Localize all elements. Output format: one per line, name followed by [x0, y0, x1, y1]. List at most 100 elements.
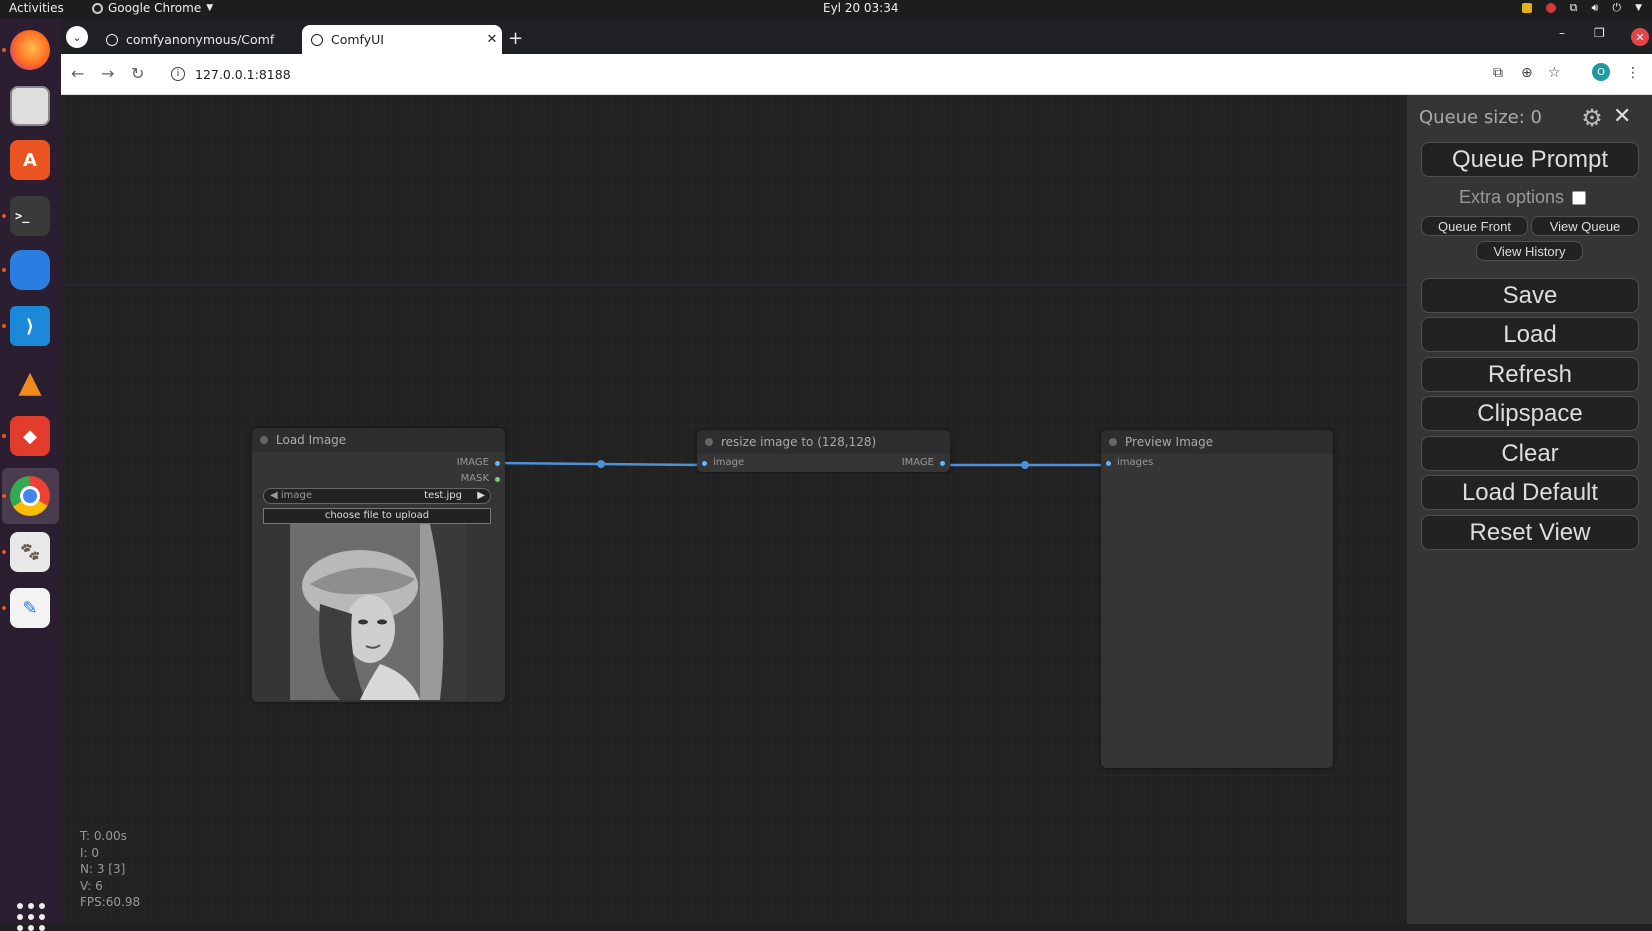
output-port-mask[interactable]: [495, 477, 500, 482]
image-combo-widget[interactable]: ◀ image test.jpg ▶: [263, 488, 491, 504]
network-icon[interactable]: ⧉: [1570, 1, 1578, 15]
window-close-icon[interactable]: ✕: [1631, 28, 1649, 46]
node-title: Load Image: [276, 433, 347, 447]
url-text[interactable]: 127.0.0.1:8188: [195, 67, 291, 82]
site-info-icon[interactable]: i: [171, 67, 185, 81]
view-queue-button[interactable]: View Queue: [1531, 216, 1639, 236]
anydesk-icon[interactable]: ◆: [2, 416, 50, 456]
activities-button[interactable]: Activities: [9, 1, 64, 15]
view-history-button[interactable]: View History: [1476, 241, 1583, 261]
close-tab-icon[interactable]: ✕: [482, 32, 502, 47]
vpn-shield-icon[interactable]: [2, 250, 50, 290]
comfy-side-menu: Queue size: 0 ⚙ ✕ Queue Prompt Extra opt…: [1407, 95, 1652, 924]
extra-options-label: Extra options: [1459, 187, 1565, 207]
clock[interactable]: Eyl 20 03:34: [823, 1, 899, 15]
extra-options[interactable]: Extra options: [1459, 187, 1587, 208]
system-tray[interactable]: ⧉ 🔊︎ ⏻ ▼: [1521, 1, 1642, 15]
volume-icon[interactable]: 🔊︎: [1591, 1, 1598, 15]
node-title: resize image to (128,128): [721, 435, 877, 449]
output-label-image: IMAGE: [456, 457, 489, 468]
stat-nodes: N: 3 [3]: [80, 862, 126, 876]
node-preview-image[interactable]: Preview Image images: [1101, 430, 1333, 768]
tab-github[interactable]: comfyanonymous/Comf ✕: [97, 25, 325, 54]
node-load-image[interactable]: Load Image IMAGE MASK ◀ image test.jpg ▶…: [252, 428, 505, 702]
queue-front-button[interactable]: Queue Front: [1421, 216, 1528, 236]
ubuntu-dock: A >_ ⟩ ▲ ◆ 🐾︎ ✎: [0, 18, 61, 931]
collapse-dot-icon[interactable]: [260, 436, 268, 444]
node-title: Preview Image: [1125, 435, 1214, 449]
refresh-button[interactable]: Refresh: [1421, 357, 1639, 392]
render-stats: T: 0.00s I: 0 N: 3 [3] V: 6 FPS:60.98: [80, 828, 140, 911]
restore-icon[interactable]: ❐: [1594, 26, 1605, 40]
chrome-icon: [92, 2, 103, 14]
files-icon[interactable]: [10, 86, 50, 126]
github-favicon-icon: [106, 33, 118, 46]
system-top-bar: Activities Google Chrome ▼ Eyl 20 03:34 …: [0, 0, 1652, 18]
dropdown-arrow-icon: ▼: [206, 3, 214, 13]
output-label-mask: MASK: [460, 473, 489, 484]
show-applications-icon[interactable]: [17, 903, 45, 931]
stat-time: T: 0.00s: [80, 829, 127, 843]
tab-search-icon[interactable]: ⌄: [66, 26, 88, 48]
node-title-bar[interactable]: Load Image: [252, 428, 505, 452]
vscode-icon[interactable]: ⟩: [2, 306, 50, 346]
stat-fps: FPS:60.98: [80, 895, 141, 909]
input-label-image: image: [713, 457, 745, 468]
node-resize-image[interactable]: resize image to (128,128) image IMAGE: [697, 430, 950, 472]
address-bar[interactable]: i 127.0.0.1:8188: [165, 59, 1465, 89]
minimize-icon[interactable]: –: [1559, 26, 1565, 40]
new-tab-icon[interactable]: +: [508, 28, 523, 49]
gimp-icon[interactable]: 🐾︎: [2, 532, 50, 572]
collapse-dot-icon[interactable]: [1109, 438, 1117, 446]
node-title-bar[interactable]: Preview Image: [1101, 430, 1333, 454]
load-button[interactable]: Load: [1421, 317, 1639, 352]
combo-value: test.jpg: [424, 490, 462, 501]
reset-view-button[interactable]: Reset View: [1421, 515, 1639, 550]
profile-avatar[interactable]: O: [1592, 63, 1610, 81]
output-port-image[interactable]: [495, 461, 500, 466]
more-menu-icon[interactable]: ⋮: [1626, 65, 1640, 81]
back-icon[interactable]: ←: [71, 64, 84, 83]
node-title-bar[interactable]: resize image to (128,128): [697, 430, 950, 454]
power-icon[interactable]: ⏻: [1612, 1, 1621, 15]
input-label-images: images: [1117, 457, 1154, 468]
stat-iterations: I: 0: [80, 845, 100, 860]
load-default-button[interactable]: Load Default: [1421, 475, 1639, 510]
extra-options-checkbox[interactable]: [1572, 190, 1587, 205]
queue-prompt-button[interactable]: Queue Prompt: [1421, 142, 1639, 177]
clipspace-button[interactable]: Clipspace: [1421, 396, 1639, 431]
tab-title: ComfyUI: [331, 32, 384, 47]
forward-icon[interactable]: →: [101, 64, 114, 83]
input-port-images[interactable]: [1106, 461, 1111, 466]
tab-title: comfyanonymous/Comf: [126, 32, 275, 47]
tab-comfyui[interactable]: ComfyUI ✕: [302, 25, 502, 54]
vlc-icon[interactable]: ▲: [10, 362, 50, 402]
translate-icon[interactable]: ⧉: [1493, 65, 1503, 81]
upload-button[interactable]: choose file to upload: [263, 508, 491, 524]
zoom-icon[interactable]: ⊕: [1521, 65, 1533, 81]
save-button[interactable]: Save: [1421, 278, 1639, 313]
app-menu[interactable]: Google Chrome ▼: [92, 1, 213, 15]
close-icon[interactable]: ✕: [1613, 104, 1631, 129]
globe-favicon-icon: [311, 33, 323, 46]
gear-icon[interactable]: ⚙: [1579, 105, 1605, 131]
collapse-dot-icon[interactable]: [705, 438, 713, 446]
terminal-icon[interactable]: >_: [2, 196, 50, 236]
bookmark-star-icon[interactable]: ☆: [1548, 65, 1561, 81]
combo-next-icon[interactable]: ▶: [477, 490, 485, 501]
google-chrome-icon[interactable]: [2, 476, 50, 516]
output-label-image: IMAGE: [901, 457, 934, 468]
graph-canvas[interactable]: Load Image IMAGE MASK ◀ image test.jpg ▶…: [61, 95, 1407, 924]
shield-tray-icon[interactable]: [1521, 3, 1532, 13]
software-center-icon[interactable]: A: [10, 140, 50, 180]
text-editor-icon[interactable]: ✎: [2, 588, 50, 628]
do-not-disturb-icon[interactable]: [1545, 3, 1556, 13]
output-port-image[interactable]: [940, 461, 945, 466]
clear-button[interactable]: Clear: [1421, 436, 1639, 471]
tray-chevron-down-icon[interactable]: ▼: [1635, 3, 1642, 13]
app-menu-label: Google Chrome: [108, 1, 202, 15]
firefox-icon[interactable]: [2, 30, 50, 70]
image-preview: [290, 524, 466, 700]
reload-icon[interactable]: ↻: [131, 64, 144, 83]
input-port-image[interactable]: [702, 461, 707, 466]
